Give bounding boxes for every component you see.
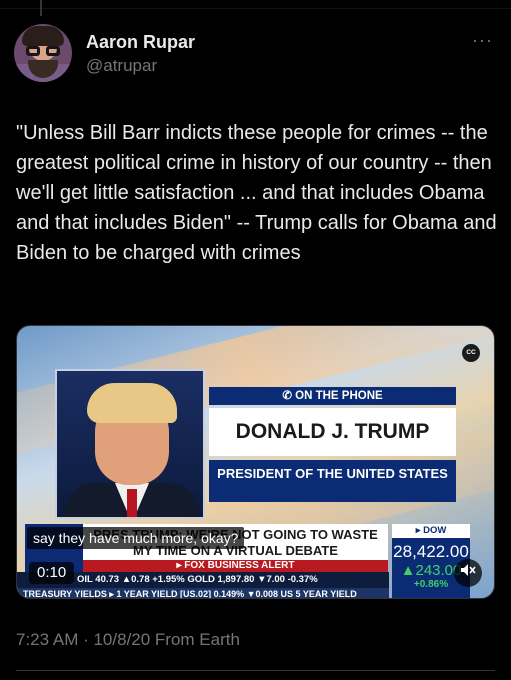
author-name[interactable]: Aaron Rupar: [86, 32, 195, 53]
video-elapsed-time: 0:10: [29, 562, 75, 584]
speaker-muted-icon[interactable]: [454, 559, 482, 587]
alert-bar: ▸ FOX BUSINESS ALERT: [83, 560, 388, 572]
author-handle[interactable]: @atrupar: [86, 56, 157, 76]
tweet-timestamp[interactable]: 7:23 AM · 10/8/20 From Earth: [16, 630, 240, 650]
yields-line: TREASURY YIELDS ▸ 1 YEAR YIELD [US.02] 0…: [17, 588, 389, 598]
dow-value: 28,422.00: [393, 542, 469, 561]
speaker-photo: [55, 369, 205, 519]
phone-label: ✆ ON THE PHONE: [209, 387, 456, 405]
video-player[interactable]: CC ✆ ON THE PHONE DONALD J. TRUMP PRESID…: [16, 325, 495, 599]
tweet-header: Aaron Rupar @atrupar ···: [14, 24, 497, 84]
title-banner: PRESIDENT OF THE UNITED STATES: [209, 460, 456, 502]
name-banner: DONALD J. TRUMP: [209, 408, 456, 456]
thread-connector-line: [40, 0, 42, 16]
avatar[interactable]: [14, 24, 72, 82]
divider: [16, 670, 495, 671]
dow-label: ▸ DOW FUTURES: [392, 524, 470, 550]
closed-captions-icon[interactable]: CC: [462, 344, 480, 362]
video-caption: say they have much more, okay?: [27, 527, 245, 549]
divider: [0, 8, 511, 9]
more-options-icon[interactable]: ···: [472, 31, 493, 49]
tweet-text: "Unless Bill Barr indicts these people f…: [16, 122, 503, 264]
